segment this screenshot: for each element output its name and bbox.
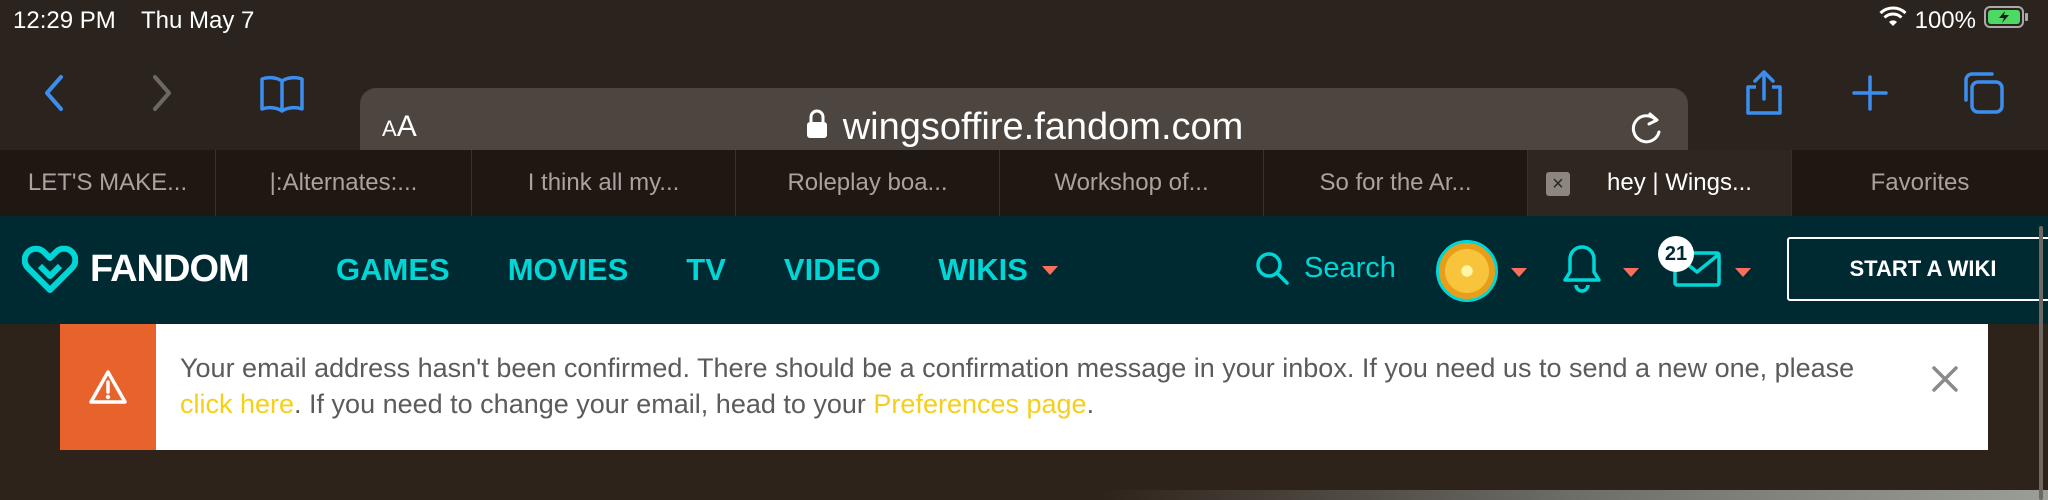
tab-item-active[interactable]: × hey | Wings... bbox=[1528, 150, 1792, 216]
tab-item[interactable]: Roleplay boa... bbox=[736, 150, 1000, 216]
chevron-down-icon bbox=[1041, 265, 1058, 275]
tab-label: So for the Ar... bbox=[1319, 169, 1472, 196]
scrollbar[interactable] bbox=[2039, 226, 2043, 500]
chevron-down-icon[interactable] bbox=[1511, 268, 1527, 277]
warning-icon bbox=[60, 324, 156, 450]
battery-icon bbox=[1984, 6, 2030, 35]
nav-label: GAMES bbox=[336, 252, 450, 287]
url-text: wingsoffire.fandom.com bbox=[842, 106, 1244, 148]
tab-item[interactable]: I think all my... bbox=[472, 150, 736, 216]
search-icon bbox=[1256, 252, 1289, 285]
bookmarks-book-icon[interactable] bbox=[254, 65, 310, 121]
battery-percent: 100% bbox=[1914, 6, 1976, 34]
search-label: Search bbox=[1304, 251, 1396, 284]
close-tab-icon[interactable]: × bbox=[1546, 172, 1570, 196]
tab-item[interactable]: |:Alternates:... bbox=[216, 150, 472, 216]
close-icon[interactable] bbox=[1930, 364, 1960, 399]
nav-wikis[interactable]: WIKIS bbox=[938, 252, 1058, 288]
tab-label: hey | Wings... bbox=[1607, 169, 1752, 196]
reload-icon[interactable] bbox=[1628, 108, 1664, 151]
forward-button[interactable] bbox=[134, 65, 190, 121]
bell-icon[interactable] bbox=[1562, 242, 1602, 299]
fandom-navbar: FANDOM GAMES MOVIES TV VIDEO WIKIS Searc… bbox=[0, 216, 2048, 324]
nav-games[interactable]: GAMES bbox=[336, 252, 450, 288]
click-here-link[interactable]: click here bbox=[180, 389, 294, 419]
status-date: Thu May 7 bbox=[141, 7, 255, 34]
tab-label: Roleplay boa... bbox=[787, 169, 948, 196]
nav-label: TV bbox=[686, 252, 726, 287]
tab-item[interactable]: So for the Ar... bbox=[1264, 150, 1528, 216]
nav-label: VIDEO bbox=[783, 252, 881, 287]
tab-label: Favorites bbox=[1870, 169, 1970, 196]
mail-count-badge: 21 bbox=[1658, 236, 1694, 272]
back-button[interactable] bbox=[26, 65, 82, 121]
nav-movies[interactable]: MOVIES bbox=[508, 252, 629, 288]
fandom-main-nav: GAMES MOVIES TV VIDEO WIKIS bbox=[336, 252, 1058, 288]
preferences-page-link[interactable]: Preferences page bbox=[873, 389, 1086, 419]
page-background-image bbox=[1100, 490, 2048, 500]
tab-item[interactable]: Workshop of... bbox=[1000, 150, 1264, 216]
tab-item-favorites[interactable]: Favorites bbox=[1792, 150, 2048, 216]
banner-message: Your email address hasn't been confirmed… bbox=[180, 350, 1880, 422]
fandom-logo-text: FANDOM bbox=[90, 247, 250, 290]
chevron-down-icon[interactable] bbox=[1735, 268, 1751, 277]
avatar[interactable] bbox=[1436, 240, 1498, 302]
nav-label: WIKIS bbox=[938, 252, 1028, 287]
banner-text: . bbox=[1086, 389, 1095, 419]
nav-tv[interactable]: TV bbox=[686, 252, 726, 288]
banner-text: Your email address hasn't been confirmed… bbox=[180, 353, 1855, 383]
tab-label: I think all my... bbox=[527, 169, 680, 196]
status-time: 12:29 PM bbox=[13, 7, 116, 34]
status-bar: 12:29 PM Thu May 7 100% bbox=[0, 0, 2048, 40]
tab-label: Workshop of... bbox=[1054, 169, 1209, 196]
search-button[interactable]: Search bbox=[1254, 250, 1396, 286]
status-right: 100% bbox=[1879, 6, 2030, 35]
email-confirmation-banner: Your email address hasn't been confirmed… bbox=[60, 324, 1988, 450]
tabs-overview-icon[interactable] bbox=[1954, 65, 2010, 121]
wifi-icon bbox=[1879, 6, 1907, 35]
tab-strip: LET'S MAKE... |:Alternates:... I think a… bbox=[0, 150, 2048, 216]
start-a-wiki-button[interactable]: START A WIKI bbox=[1787, 237, 2048, 301]
nav-label: MOVIES bbox=[507, 252, 629, 287]
new-tab-plus-icon[interactable] bbox=[1842, 65, 1898, 121]
fandom-logo[interactable]: FANDOM bbox=[22, 244, 250, 294]
lock-icon bbox=[805, 107, 829, 150]
chevron-down-icon[interactable] bbox=[1623, 268, 1639, 277]
tab-item[interactable]: LET'S MAKE... bbox=[0, 150, 216, 216]
browser-toolbar: AA wingsoffire.fandom.com bbox=[0, 40, 2048, 168]
banner-text: . If you need to change your email, head… bbox=[294, 389, 874, 419]
tab-label: LET'S MAKE... bbox=[27, 169, 188, 196]
nav-video[interactable]: VIDEO bbox=[784, 252, 880, 288]
fandom-heart-icon bbox=[22, 245, 78, 293]
tab-label: |:Alternates:... bbox=[269, 169, 418, 196]
share-icon[interactable] bbox=[1736, 65, 1792, 121]
